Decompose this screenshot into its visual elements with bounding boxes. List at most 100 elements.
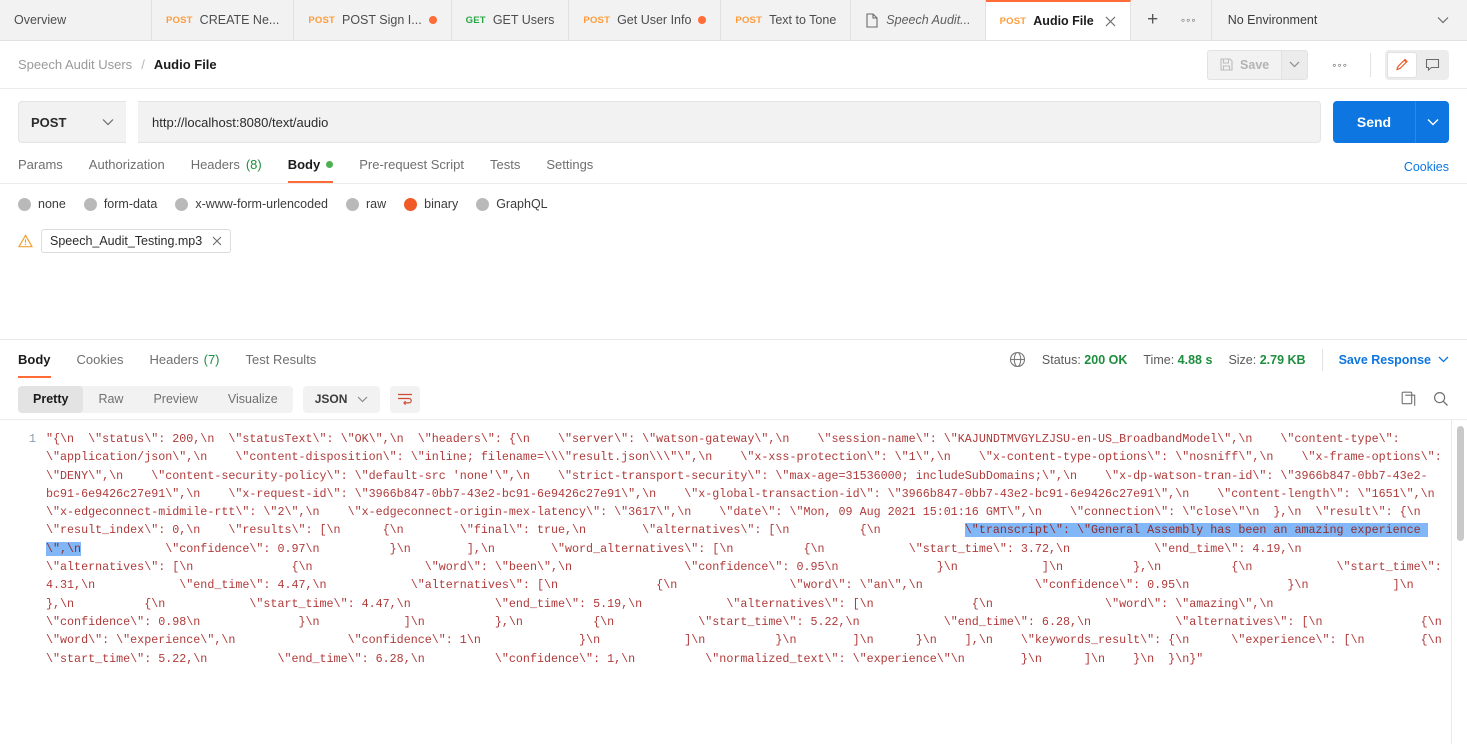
radio-icon (476, 197, 490, 211)
tab-tests[interactable]: Tests (490, 157, 520, 183)
save-options-button[interactable] (1281, 49, 1309, 80)
globe-icon (1009, 351, 1026, 368)
tab-label: Audio File (1033, 14, 1094, 28)
body-type-x-www-form-urlencoded[interactable]: x-www-form-urlencoded (175, 197, 328, 211)
tab-text-to-tone[interactable]: POST Text to Tone (721, 0, 852, 40)
view-mode-pretty[interactable]: Pretty (18, 385, 84, 413)
response-headers-count: (7) (203, 351, 220, 367)
tab-post-sign-i[interactable]: POST POST Sign I... (294, 0, 452, 40)
tab-label: Speech Audit... (886, 13, 971, 27)
edit-mode-button[interactable] (1387, 51, 1417, 78)
time-label: Time: (1143, 352, 1175, 367)
method-label: POST (31, 114, 67, 130)
close-icon[interactable] (1105, 16, 1116, 27)
radio-label: binary (424, 197, 459, 211)
response-body-viewer[interactable]: 1 "{\n \"status\": 200,\n \"statusText\"… (0, 419, 1467, 744)
tab-label: Authorization (88, 157, 165, 172)
tab-settings[interactable]: Settings (546, 157, 593, 183)
format-label: JSON (314, 392, 348, 406)
tab-authorization[interactable]: Authorization (89, 157, 165, 183)
tab-label: POST Sign I... (342, 13, 422, 27)
tab-label: Text to Tone (769, 13, 837, 27)
response-json-text[interactable]: "{\n \"status\": 200,\n \"statusText\": … (46, 430, 1467, 668)
response-view-mode-group: Pretty Raw Preview Visualize (18, 385, 293, 413)
tab-get-users[interactable]: GET GET Users (451, 0, 570, 40)
view-mode-preview[interactable]: Preview (138, 386, 212, 413)
body-type-raw[interactable]: raw (346, 197, 386, 211)
cookies-link[interactable]: Cookies (1404, 160, 1449, 174)
tab-params[interactable]: Params (18, 157, 63, 183)
save-button[interactable]: Save (1207, 49, 1282, 80)
url-input[interactable]: http://localhost:8080/text/audio (138, 101, 1321, 143)
chevron-down-icon (1289, 61, 1300, 68)
tab-headers[interactable]: Headers (8) (191, 157, 262, 183)
radio-label: GraphQL (496, 197, 548, 211)
tab-speech-audit-doc[interactable]: Speech Audit... (851, 0, 986, 40)
tab-body[interactable]: Body (287, 157, 334, 183)
tab-label: Test Results (245, 351, 317, 367)
chevron-down-icon (1438, 356, 1449, 363)
radio-icon-selected (404, 197, 418, 211)
body-present-dot-icon (326, 161, 334, 168)
request-body-empty-area (0, 253, 1467, 339)
tab-method-badge: POST (735, 14, 763, 26)
body-type-binary[interactable]: binary (404, 197, 458, 211)
response-tab-test-results[interactable]: Test Results (246, 342, 317, 378)
send-button[interactable]: Send (1333, 101, 1415, 143)
breadcrumb-request: Audio File (153, 57, 217, 72)
body-type-graphql[interactable]: GraphQL (476, 197, 548, 211)
pencil-icon (1395, 57, 1410, 72)
vertical-scrollbar[interactable] (1457, 426, 1464, 541)
selected-file-chip[interactable]: Speech_Audit_Testing.mp3 (41, 229, 232, 253)
send-options-button[interactable] (1415, 101, 1449, 143)
http-method-selector[interactable]: POST (18, 101, 126, 143)
tab-label: Body (18, 351, 51, 367)
ellipsis-icon[interactable]: ◦◦◦ (1171, 0, 1207, 40)
body-type-form-data[interactable]: form-data (83, 197, 158, 211)
url-text: http://localhost:8080/text/audio (152, 114, 329, 130)
tab-create-ne[interactable]: POST CREATE Ne... (152, 0, 295, 40)
tab-label: Params (18, 157, 63, 172)
word-wrap-icon (397, 392, 413, 406)
view-mode-raw[interactable]: Raw (83, 386, 138, 413)
chevron-down-icon (1437, 16, 1449, 24)
response-format-selector[interactable]: JSON (302, 385, 381, 413)
save-response-label: Save Response (1338, 352, 1431, 367)
breadcrumb-collection[interactable]: Speech Audit Users (18, 57, 132, 72)
view-mode-visualize[interactable]: Visualize (213, 386, 293, 413)
tab-label: Body (287, 157, 321, 172)
tab-bar: Overview POST CREATE Ne... POST POST Sig… (0, 0, 1467, 41)
tab-pre-request-script[interactable]: Pre-request Script (359, 157, 464, 183)
search-icon[interactable] (1433, 391, 1449, 407)
line-number-gutter: 1 (0, 430, 46, 668)
word-wrap-toggle[interactable] (390, 385, 421, 413)
request-tab-bar: Params Authorization Headers (8) Body Pr… (0, 143, 1467, 183)
plus-icon[interactable]: + (1135, 0, 1171, 40)
radio-icon (18, 197, 31, 211)
response-meta: Status: 200 OK Time: 4.88 s Size: 2.79 K… (1009, 348, 1449, 371)
copy-icon[interactable] (1401, 391, 1417, 407)
response-tab-body[interactable]: Body (18, 342, 51, 378)
close-icon[interactable] (212, 236, 222, 246)
tab-label: Settings (546, 157, 594, 172)
tab-get-user-info[interactable]: POST Get User Info (569, 0, 722, 40)
view-mode-group (1385, 49, 1449, 80)
tab-overview[interactable]: Overview (0, 0, 152, 40)
radio-label: form-data (103, 197, 158, 211)
response-toolbar-right (1401, 379, 1449, 419)
environment-selector[interactable]: No Environment (1211, 0, 1467, 40)
request-more-options-button[interactable]: ◦◦◦ (1324, 58, 1356, 72)
body-type-none[interactable]: none (18, 197, 66, 211)
response-tab-headers[interactable]: Headers (7) (149, 342, 219, 378)
tab-label: Headers (149, 351, 199, 367)
response-tab-bar: Body Cookies Headers (7) Test Results St… (0, 339, 1467, 379)
comment-mode-button[interactable] (1417, 52, 1447, 78)
tab-audio-file[interactable]: POST Audio File (985, 0, 1131, 40)
response-tab-cookies[interactable]: Cookies (77, 342, 124, 378)
radio-icon (175, 197, 189, 211)
radio-label: none (38, 197, 66, 211)
save-response-button[interactable]: Save Response (1339, 353, 1449, 367)
json-text-after-selection: \"confidence\": 0.97\n }\n ],\n \"word_a… (46, 541, 1442, 666)
tab-method-badge: POST (583, 14, 611, 26)
code-block: 1 "{\n \"status\": 200,\n \"statusText\"… (0, 420, 1467, 668)
